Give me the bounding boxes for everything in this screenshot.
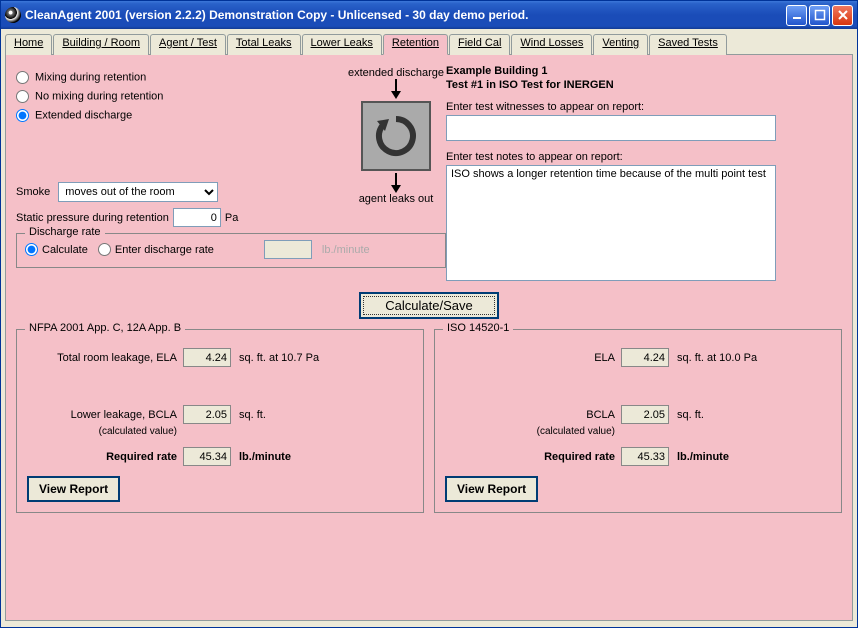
notes-input[interactable] bbox=[446, 165, 776, 281]
radio-extended[interactable] bbox=[16, 109, 29, 122]
radio-mixing[interactable] bbox=[16, 71, 29, 84]
tab-retention[interactable]: Retention bbox=[383, 34, 448, 55]
diagram-bottom-label: agent leaks out bbox=[336, 193, 456, 205]
nfpa-legend: NFPA 2001 App. C, 12A App. B bbox=[25, 322, 185, 334]
radio-dr-calculate-label: Calculate bbox=[42, 244, 88, 256]
titlebar: CleanAgent 2001 (version 2.2.2) Demonstr… bbox=[1, 1, 857, 29]
nfpa-rate-label: Required rate bbox=[27, 451, 177, 463]
static-pressure-input[interactable] bbox=[173, 208, 221, 227]
iso-bcla-sub: (calculated value) bbox=[445, 426, 615, 437]
window-controls bbox=[786, 5, 853, 26]
radio-nomixing[interactable] bbox=[16, 90, 29, 103]
iso-bcla-units: sq. ft. bbox=[677, 409, 704, 421]
iso-bcla-label: BCLA bbox=[445, 409, 615, 421]
radio-mixing-label: Mixing during retention bbox=[35, 71, 146, 83]
nfpa-bcla-label: Lower leakage, BCLA bbox=[27, 409, 177, 421]
discharge-diagram: extended discharge agent leaks out bbox=[336, 67, 456, 205]
tab-total-leaks[interactable]: Total Leaks bbox=[227, 34, 301, 55]
notes-label: Enter test notes to appear on report: bbox=[446, 151, 842, 163]
discharge-rate-group: Discharge rate Calculate Enter discharge… bbox=[16, 233, 446, 268]
nfpa-view-report-button[interactable]: View Report bbox=[27, 476, 120, 502]
tab-wind-losses[interactable]: Wind Losses bbox=[511, 34, 592, 55]
iso-ela-units: sq. ft. at 10.0 Pa bbox=[677, 352, 757, 364]
iso-rate-label: Required rate bbox=[445, 451, 615, 463]
nfpa-ela-label: Total room leakage, ELA bbox=[27, 352, 177, 364]
nfpa-ela-value: 4.24 bbox=[183, 348, 231, 367]
radio-extended-label: Extended discharge bbox=[35, 109, 132, 121]
calculate-save-button[interactable]: Calculate/Save bbox=[359, 292, 498, 319]
tab-saved-tests[interactable]: Saved Tests bbox=[649, 34, 727, 55]
app-window: CleanAgent 2001 (version 2.2.2) Demonstr… bbox=[0, 0, 858, 628]
witness-label: Enter test witnesses to appear on report… bbox=[446, 101, 842, 113]
iso-view-report-button[interactable]: View Report bbox=[445, 476, 538, 502]
client-area: Home Building / Room Agent / Test Total … bbox=[1, 29, 857, 627]
nfpa-rate-units: lb./minute bbox=[239, 451, 291, 463]
discharge-rate-input bbox=[264, 240, 312, 259]
discharge-rate-legend: Discharge rate bbox=[25, 226, 105, 238]
iso-legend: ISO 14520-1 bbox=[443, 322, 513, 334]
discharge-rate-unit: lb./minute bbox=[322, 244, 370, 256]
iso-ela-label: ELA bbox=[445, 352, 615, 364]
nfpa-bcla-units: sq. ft. bbox=[239, 409, 266, 421]
maximize-button[interactable] bbox=[809, 5, 830, 26]
tab-agent-test[interactable]: Agent / Test bbox=[150, 34, 226, 55]
cycle-icon bbox=[361, 101, 431, 171]
tab-field-cal[interactable]: Field Cal bbox=[449, 34, 510, 55]
test-title: Test #1 in ISO Test for INERGEN bbox=[446, 79, 842, 91]
tab-home[interactable]: Home bbox=[5, 34, 52, 55]
nfpa-bcla-value: 2.05 bbox=[183, 405, 231, 424]
tab-venting[interactable]: Venting bbox=[593, 34, 648, 55]
smoke-select[interactable]: moves out of the room bbox=[58, 182, 218, 202]
nfpa-rate-value: 45.34 bbox=[183, 447, 231, 466]
diagram-top-label: extended discharge bbox=[336, 67, 456, 79]
tabstrip: Home Building / Room Agent / Test Total … bbox=[5, 33, 853, 55]
radio-nomixing-label: No mixing during retention bbox=[35, 90, 163, 102]
static-pressure-label: Static pressure during retention bbox=[16, 212, 169, 224]
window-title: CleanAgent 2001 (version 2.2.2) Demonstr… bbox=[25, 8, 786, 22]
iso-panel: ISO 14520-1 ELA 4.24 sq. ft. at 10.0 Pa … bbox=[434, 329, 842, 513]
close-button[interactable] bbox=[832, 5, 853, 26]
retention-pane: Mixing during retention No mixing during… bbox=[5, 55, 853, 621]
iso-ela-value: 4.24 bbox=[621, 348, 669, 367]
building-title: Example Building 1 bbox=[446, 65, 842, 77]
static-pressure-unit: Pa bbox=[225, 212, 238, 224]
radio-dr-enter[interactable] bbox=[98, 243, 111, 256]
radio-dr-enter-label: Enter discharge rate bbox=[115, 244, 214, 256]
iso-bcla-value: 2.05 bbox=[621, 405, 669, 424]
app-icon bbox=[5, 7, 21, 23]
minimize-button[interactable] bbox=[786, 5, 807, 26]
tab-building-room[interactable]: Building / Room bbox=[53, 34, 149, 55]
tab-lower-leaks[interactable]: Lower Leaks bbox=[302, 34, 382, 55]
witness-input[interactable] bbox=[446, 115, 776, 141]
iso-rate-units: lb./minute bbox=[677, 451, 729, 463]
nfpa-ela-units: sq. ft. at 10.7 Pa bbox=[239, 352, 319, 364]
nfpa-panel: NFPA 2001 App. C, 12A App. B Total room … bbox=[16, 329, 424, 513]
radio-dr-calculate[interactable] bbox=[25, 243, 38, 256]
smoke-label: Smoke bbox=[16, 186, 50, 198]
nfpa-bcla-sub: (calculated value) bbox=[27, 426, 177, 437]
iso-rate-value: 45.33 bbox=[621, 447, 669, 466]
